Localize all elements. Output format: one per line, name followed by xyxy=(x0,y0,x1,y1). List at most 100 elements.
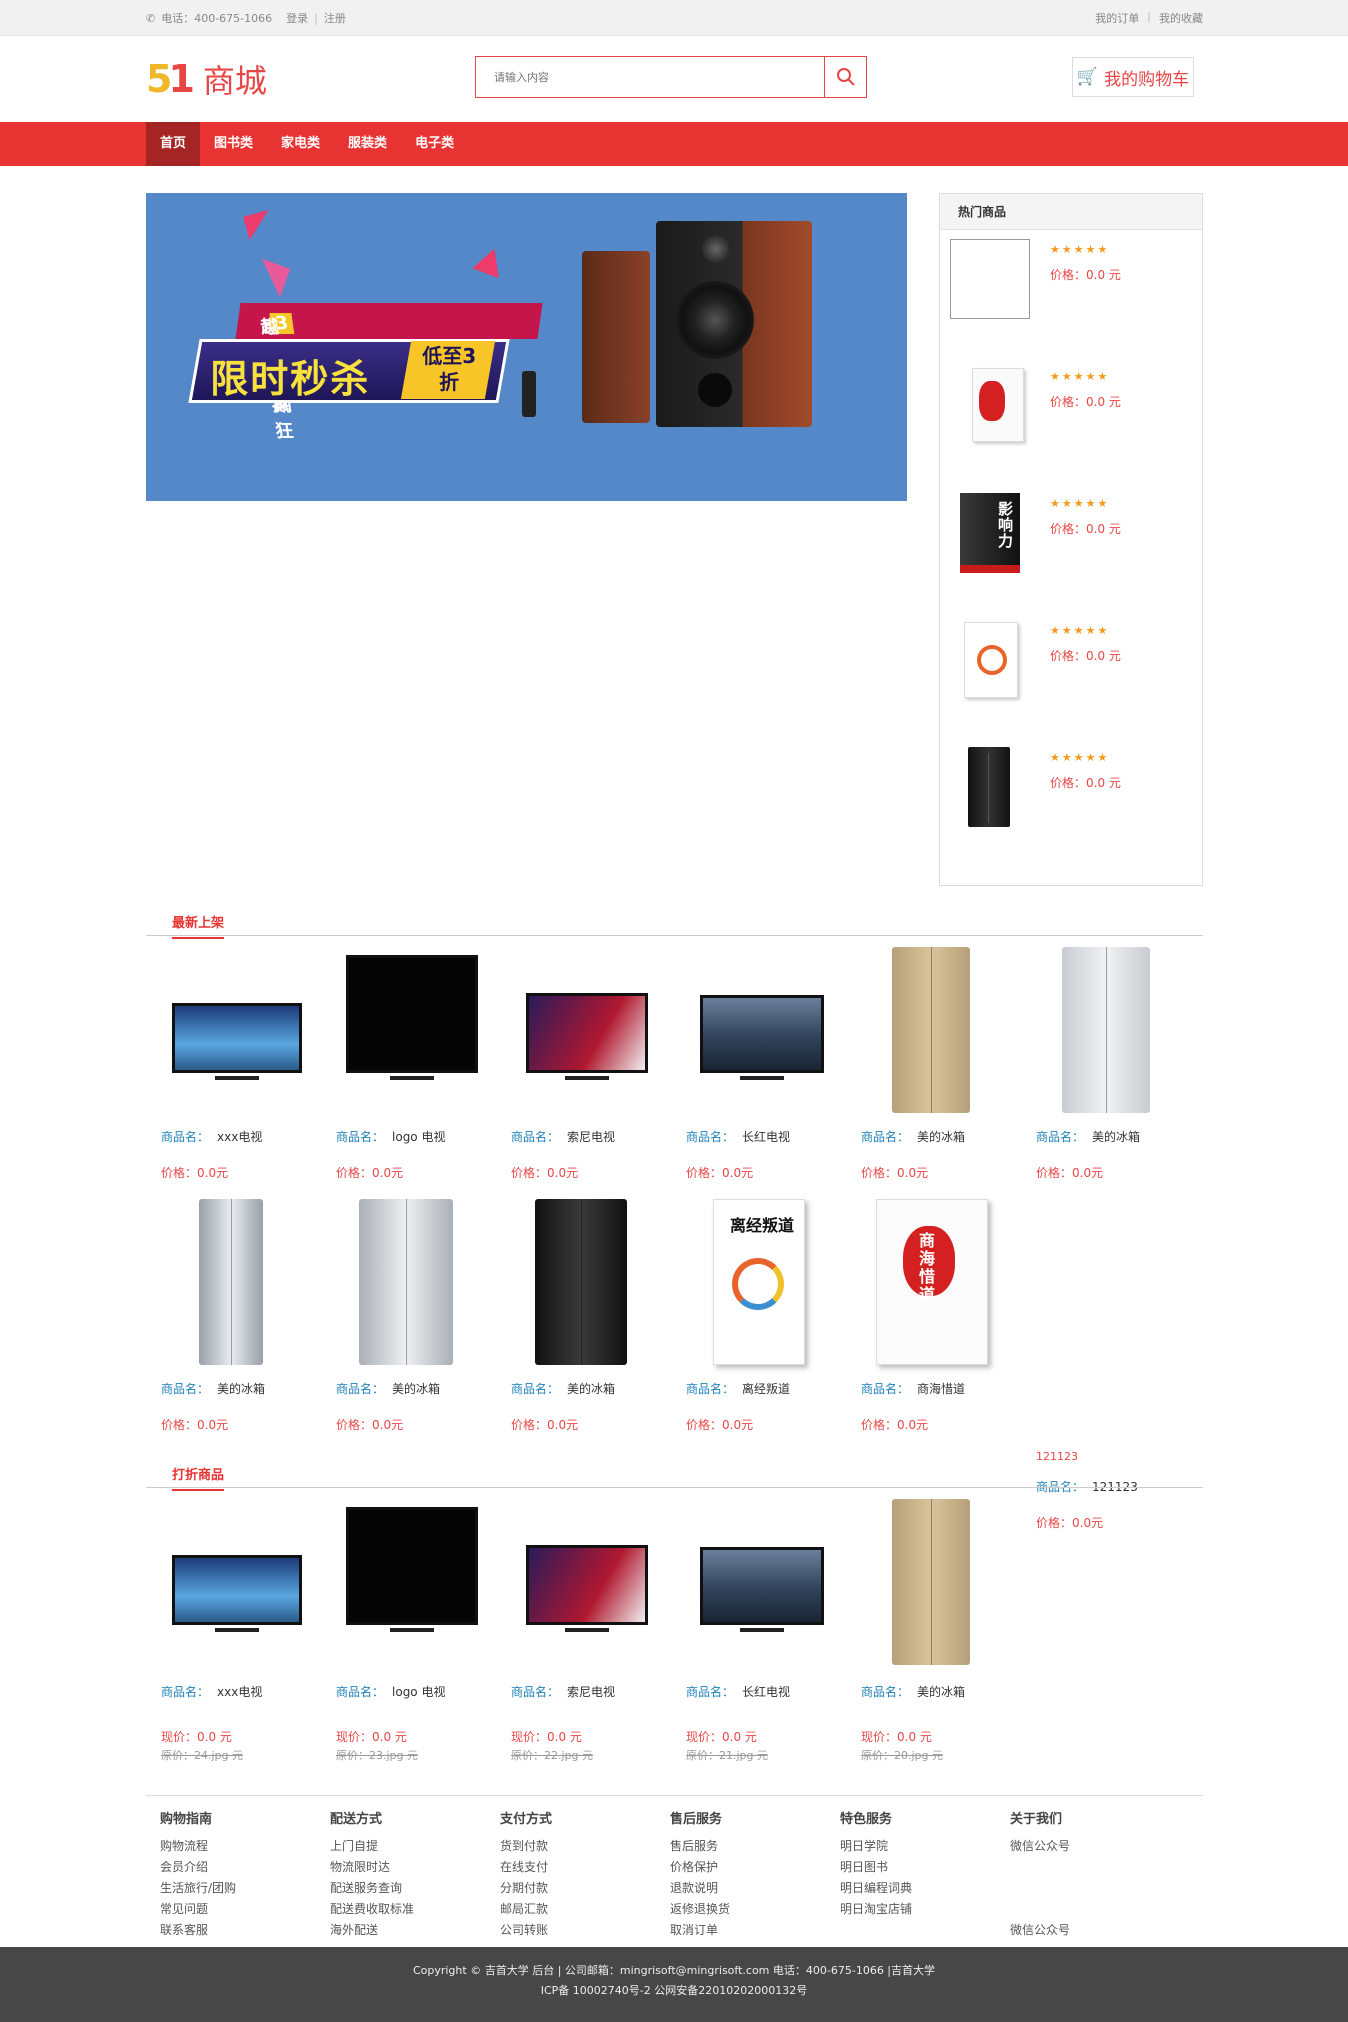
product-name[interactable]: 商品名： 美的冰箱 xyxy=(861,1128,965,1145)
product-name[interactable]: 商品名： 离经叛道 xyxy=(686,1380,790,1397)
nav-item-appliances[interactable]: 家电类 xyxy=(267,122,334,166)
footer-link[interactable]: 售后服务 xyxy=(670,1836,830,1857)
footer-link[interactable]: 联系客服 xyxy=(160,1920,320,1941)
footer-link[interactable]: 退款说明 xyxy=(670,1878,830,1899)
discount-product-card[interactable]: 商品名： 长红电视 现价：0.0 元 原价：21.jpg 元 xyxy=(671,1497,841,1767)
footer-link[interactable]: 上门自提 xyxy=(330,1836,490,1857)
fridge-icon[interactable] xyxy=(950,747,1030,827)
footer-link[interactable]: 物流限时达 xyxy=(330,1857,490,1878)
product-image[interactable]: 离经叛道 xyxy=(671,1197,841,1367)
product-card[interactable]: 商品名： 美的冰箱 价格：0.0元 xyxy=(146,1197,316,1432)
footer-link[interactable]: 邮局汇款 xyxy=(500,1899,660,1920)
product-name[interactable]: 商品名： 美的冰箱 xyxy=(511,1380,615,1397)
product-name[interactable]: 商品名： 索尼电视 xyxy=(511,1128,615,1145)
footer-link[interactable]: 海外配送 xyxy=(330,1920,490,1941)
product-image[interactable] xyxy=(496,1197,666,1367)
search-button[interactable] xyxy=(824,57,866,97)
login-link[interactable]: 登录 xyxy=(286,10,308,26)
footer-link[interactable]: 配送服务查询 xyxy=(330,1878,490,1899)
product-image[interactable] xyxy=(671,945,841,1115)
product-card[interactable]: 商品名： 美的冰箱 价格：0.0元 xyxy=(321,1197,491,1432)
product-card[interactable]: 商品名： xxx电视 价格：0.0元 xyxy=(146,945,316,1180)
footer-link[interactable]: 分期付款 xyxy=(500,1878,660,1899)
nav-item-clothing[interactable]: 服装类 xyxy=(334,122,401,166)
product-name[interactable]: 商品名： 长红电视 xyxy=(686,1128,790,1145)
footer-link[interactable]: 购物流程 xyxy=(160,1836,320,1857)
footer-link[interactable]: 货到付款 xyxy=(500,1836,660,1857)
product-image[interactable] xyxy=(496,1497,666,1667)
product-card[interactable]: 商品名： 美的冰箱 价格：0.0元 xyxy=(496,1197,666,1432)
hot-item[interactable]: ★★★★★ 价格：0.0 元 xyxy=(950,239,1190,319)
product-image[interactable] xyxy=(321,945,491,1115)
product-image[interactable]: 商海惜道 xyxy=(846,1197,1016,1367)
search-input[interactable] xyxy=(476,57,824,97)
register-link[interactable]: 注册 xyxy=(324,10,346,26)
my-favorites-link[interactable]: 我的收藏 xyxy=(1159,10,1203,26)
footer-link[interactable]: 公司转账 xyxy=(500,1920,660,1941)
footer-link[interactable]: 微信公众号 xyxy=(1010,1836,1170,1857)
product-name[interactable]: 商品名： 美的冰箱 xyxy=(161,1380,265,1397)
product-name[interactable]: 商品名： 美的冰箱 xyxy=(1036,1128,1140,1145)
hot-item-price: 价格：0.0 元 xyxy=(1050,395,1121,409)
product-card[interactable]: 商品名： 美的冰箱 价格：0.0元 xyxy=(846,945,1016,1180)
product-image[interactable] xyxy=(146,1197,316,1367)
product-card[interactable]: 121123 商品名： 121123 价格：0.0元 xyxy=(1021,1197,1191,1530)
hot-item[interactable]: 影响力 ★★★★★ 价格：0.0 元 xyxy=(950,493,1190,573)
nav-item-books[interactable]: 图书类 xyxy=(200,122,267,166)
product-name[interactable]: 商品名： logo 电视 xyxy=(336,1683,445,1700)
product-name[interactable]: 商品名： 商海惜道 xyxy=(861,1380,965,1397)
footer-link[interactable]: 明日淘宝店铺 xyxy=(840,1899,1000,1920)
product-name[interactable]: 商品名： logo 电视 xyxy=(336,1128,445,1145)
footer-link[interactable]: 明日学院 xyxy=(840,1836,1000,1857)
discount-product-card[interactable]: 商品名： 索尼电视 现价：0.0 元 原价：22.jpg 元 xyxy=(496,1497,666,1767)
broken-image-icon[interactable] xyxy=(950,239,1030,319)
book-icon[interactable]: 影响力 xyxy=(950,493,1030,573)
site-logo[interactable]: 51 商城 xyxy=(146,56,267,102)
product-image[interactable] xyxy=(846,945,1016,1115)
product-name[interactable]: 商品名： 美的冰箱 xyxy=(861,1683,965,1700)
product-image[interactable] xyxy=(671,1497,841,1667)
nav-item-electronics[interactable]: 电子类 xyxy=(401,122,468,166)
footer-link[interactable]: 生活旅行/团购 xyxy=(160,1878,320,1899)
product-name[interactable]: 商品名： 长红电视 xyxy=(686,1683,790,1700)
footer-link[interactable]: 价格保护 xyxy=(670,1857,830,1878)
product-name[interactable]: 商品名： 索尼电视 xyxy=(511,1683,615,1700)
book-icon[interactable] xyxy=(950,366,1030,446)
hot-item[interactable]: ★★★★★ 价格：0.0 元 xyxy=(950,747,1190,827)
footer-link[interactable]: 明日图书 xyxy=(840,1857,1000,1878)
my-orders-link[interactable]: 我的订单 xyxy=(1095,10,1139,26)
product-card[interactable]: 商品名： logo 电视 价格：0.0元 xyxy=(321,945,491,1180)
product-image[interactable] xyxy=(846,1497,1016,1667)
product-name[interactable]: 商品名： xxx电视 xyxy=(161,1683,262,1700)
hot-item[interactable]: ★★★★★ 价格：0.0 元 xyxy=(950,366,1190,446)
footer-link[interactable]: 在线支付 xyxy=(500,1857,660,1878)
nav-item-home[interactable]: 首页 xyxy=(146,122,201,166)
cart-button[interactable]: 🛒 我的购物车 xyxy=(1072,57,1194,97)
footer-link[interactable]: 取消订单 xyxy=(670,1920,830,1941)
discount-product-card[interactable]: 商品名： 美的冰箱 现价：0.0 元 原价：20.jpg 元 xyxy=(846,1497,1016,1767)
product-card[interactable]: 商品名： 美的冰箱 价格：0.0元 xyxy=(1021,945,1191,1180)
product-image[interactable] xyxy=(321,1197,491,1367)
footer-link[interactable]: 配送费收取标准 xyxy=(330,1899,490,1920)
product-card[interactable]: 商品名： 长红电视 价格：0.0元 xyxy=(671,945,841,1180)
promo-banner[interactable]: 家电星期 3 越夜越疯狂 限时秒杀 低至3折 xyxy=(146,193,907,501)
discount-product-card[interactable]: 商品名： xxx电视 现价：0.0 元 原价：24.jpg 元 xyxy=(146,1497,316,1767)
footer-link[interactable]: 会员介绍 xyxy=(160,1857,320,1878)
product-image[interactable] xyxy=(146,1497,316,1667)
product-name[interactable]: 商品名： 美的冰箱 xyxy=(336,1380,440,1397)
footer-link[interactable]: 明日编程词典 xyxy=(840,1878,1000,1899)
footer-link[interactable]: 微信公众号 xyxy=(1010,1920,1070,1941)
book-icon[interactable] xyxy=(950,620,1030,700)
product-image[interactable] xyxy=(146,945,316,1115)
product-card[interactable]: 商品名： 索尼电视 价格：0.0元 xyxy=(496,945,666,1180)
product-card[interactable]: 离经叛道 商品名： 离经叛道 价格：0.0元 xyxy=(671,1197,841,1432)
product-image[interactable] xyxy=(1021,945,1191,1115)
product-name[interactable]: 商品名： xxx电视 xyxy=(161,1128,262,1145)
product-image[interactable] xyxy=(496,945,666,1115)
discount-product-card[interactable]: 商品名： logo 电视 现价：0.0 元 原价：23.jpg 元 xyxy=(321,1497,491,1767)
hot-item[interactable]: ★★★★★ 价格：0.0 元 xyxy=(950,620,1190,700)
product-card[interactable]: 商海惜道 商品名： 商海惜道 价格：0.0元 xyxy=(846,1197,1016,1432)
footer-link[interactable]: 返修退换货 xyxy=(670,1899,830,1920)
footer-link[interactable]: 常见问题 xyxy=(160,1899,320,1920)
product-image[interactable] xyxy=(321,1497,491,1667)
